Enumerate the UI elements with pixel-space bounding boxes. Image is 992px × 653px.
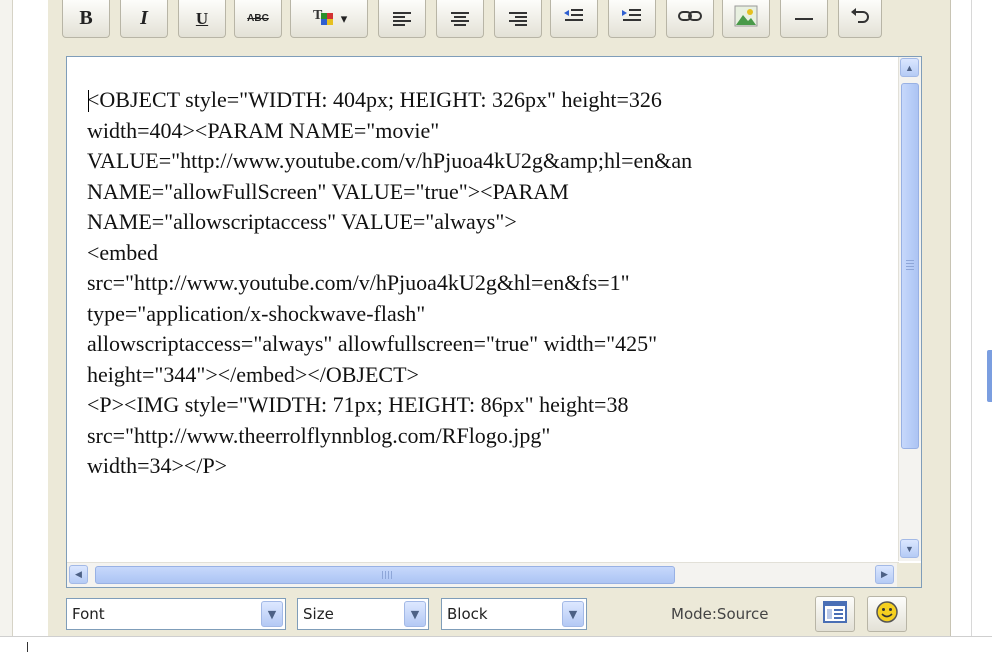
font-select[interactable]: Font ▼ (66, 598, 286, 630)
undo-button[interactable] (838, 0, 882, 38)
dropdown-arrow-icon[interactable]: ▼ (261, 601, 283, 627)
bold-button[interactable]: B (62, 0, 110, 38)
emoticon-button[interactable] (867, 596, 907, 632)
code-line: width=404><PARAM NAME="movie" (87, 117, 440, 143)
strikethrough-label: ABC (247, 13, 269, 24)
editor-toolbar: B I U ABC T ▾ (62, 0, 882, 44)
dropdown-arrow-icon[interactable]: ▼ (404, 601, 426, 627)
grip-icon (906, 260, 914, 272)
align-left-button[interactable] (378, 0, 426, 38)
scroll-right-button[interactable]: ▶ (875, 565, 894, 584)
scroll-down-button[interactable]: ▼ (900, 539, 919, 558)
page-bottom-strip (0, 636, 992, 653)
page-right-gutter (951, 0, 992, 652)
chevron-right-icon: ▶ (881, 569, 888, 579)
align-right-button[interactable] (494, 0, 542, 38)
text-color-icon: T (311, 5, 337, 32)
divider (971, 0, 972, 636)
code-line: NAME="allowFullScreen" VALUE="true"><PAR… (87, 178, 569, 204)
horizontal-scroll-thumb[interactable] (95, 566, 675, 584)
code-line: type="application/x-shockwave-flash" (87, 300, 426, 326)
vertical-scrollbar[interactable]: ▲ ▼ (898, 57, 921, 561)
horizontal-rule-icon (795, 17, 813, 20)
code-line: allowscriptaccess="always" allowfullscre… (87, 331, 658, 356)
page-scrollbar-thumb[interactable] (987, 350, 992, 402)
grip-icon (382, 571, 392, 579)
code-line: src="http://www.theerrolflynnblog.com/RF… (87, 422, 551, 448)
code-line: height="344"></embed></OBJECT> (87, 361, 419, 387)
align-center-icon (451, 11, 469, 27)
italic-label: I (140, 7, 148, 29)
text-cursor-mark (27, 642, 28, 652)
chevron-down-icon: ▾ (340, 10, 348, 26)
code-line: src="http://www.youtube.com/v/hPjuoa4kU2… (87, 270, 630, 295)
scroll-left-button[interactable]: ◀ (69, 565, 88, 584)
code-line: NAME="allowscriptaccess" VALUE="always"> (87, 209, 517, 234)
code-line: VALUE="http://www.youtube.com/v/hPjuoa4k… (87, 148, 693, 173)
size-select-value: Size (303, 605, 334, 623)
chevron-left-icon: ◀ (75, 569, 82, 579)
window-left-edge (0, 0, 13, 636)
code-line: <embed (87, 239, 159, 265)
horizontal-rule-button[interactable] (780, 0, 828, 38)
underline-label: U (195, 8, 209, 28)
bold-label: B (79, 7, 93, 29)
mode-label: Mode:Source (671, 605, 769, 623)
align-right-icon (509, 11, 527, 27)
source-editor[interactable]: <OBJECT style="WIDTH: 404px; HEIGHT: 326… (66, 56, 922, 588)
chevron-down-icon: ▼ (905, 543, 914, 554)
strikethrough-button[interactable]: ABC (234, 0, 282, 38)
undo-icon (850, 8, 870, 29)
code-line: <P><IMG style="WIDTH: 71px; HEIGHT: 86px… (87, 392, 629, 417)
text-color-button[interactable]: T ▾ (290, 0, 368, 38)
code-line: <OBJECT style="WIDTH: 404px; HEIGHT: 326… (87, 87, 662, 112)
outdent-icon (563, 7, 585, 30)
code-line: width=34></P> (87, 453, 228, 478)
chevron-up-icon: ▲ (905, 62, 914, 73)
link-icon (678, 9, 702, 28)
insert-link-button[interactable] (666, 0, 714, 38)
scroll-up-button[interactable]: ▲ (900, 58, 919, 77)
toggle-mode-button[interactable] (815, 596, 855, 632)
indent-icon (621, 7, 643, 30)
align-left-icon (393, 11, 411, 27)
text-caret (88, 90, 89, 112)
horizontal-scrollbar[interactable]: ◀ ▶ (67, 562, 899, 587)
align-center-button[interactable] (436, 0, 484, 38)
image-icon (734, 5, 758, 32)
block-select[interactable]: Block ▼ (441, 598, 587, 630)
size-select[interactable]: Size ▼ (297, 598, 429, 630)
vertical-scroll-thumb[interactable] (901, 83, 919, 449)
source-code[interactable]: <OBJECT style="WIDTH: 404px; HEIGHT: 326… (87, 85, 921, 482)
font-select-value: Font (72, 605, 105, 623)
italic-button[interactable]: I (120, 0, 168, 38)
indent-button[interactable] (608, 0, 656, 38)
underline-button[interactable]: U (178, 0, 226, 38)
insert-image-button[interactable] (722, 0, 770, 38)
smiley-icon (875, 600, 899, 629)
scrollbar-corner (897, 563, 921, 587)
outdent-button[interactable] (550, 0, 598, 38)
dropdown-arrow-icon[interactable]: ▼ (562, 601, 584, 627)
source-view-icon (823, 600, 847, 628)
block-select-value: Block (447, 605, 488, 623)
